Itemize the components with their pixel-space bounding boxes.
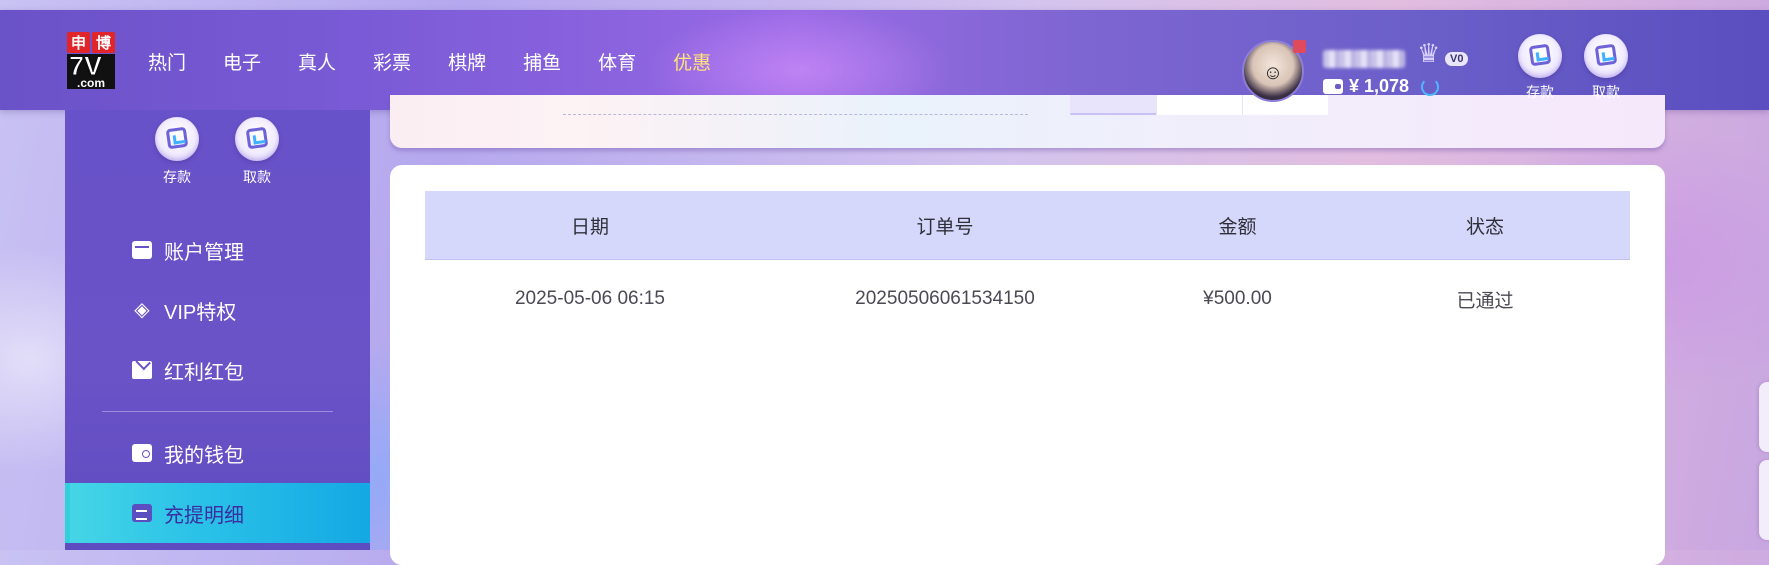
sidebar-divider	[102, 411, 333, 412]
sidebar-item-label: 红利红包	[164, 361, 244, 384]
filter-panel	[390, 95, 1665, 148]
floating-side-tab[interactable]	[1759, 460, 1769, 540]
cell-order-no: 20250506061534150	[855, 288, 1035, 309]
withdraw-icon	[1584, 34, 1628, 78]
site-logo[interactable]: 申 博 7V .com	[67, 32, 115, 90]
withdraw-icon	[235, 117, 279, 161]
header-withdraw-label: 取款	[1592, 84, 1620, 100]
document-icon	[132, 504, 152, 522]
filter-tab-2[interactable]	[1156, 95, 1242, 115]
user-avatar[interactable]: ☺	[1242, 40, 1306, 102]
sidebar-menu: 账户管理 ◈ VIP特权 红利红包 我的钱包 充提明细	[65, 220, 370, 543]
avatar-face-icon: ☺	[1262, 62, 1284, 84]
sidebar-item-label: 充提明细	[164, 504, 244, 527]
sidebar-item-label: 我的钱包	[164, 444, 244, 467]
nav-hot[interactable]: 热门	[148, 48, 186, 75]
column-status: 状态	[1465, 216, 1504, 238]
sidebar-item-label: VIP特权	[164, 301, 237, 324]
header-deposit-label: 存款	[1526, 84, 1554, 100]
logo-char-1: 申	[67, 32, 90, 53]
sidebar-withdraw-label: 取款	[243, 169, 271, 185]
account-sidebar: 存款 取款 账户管理 ◈ VIP特权 红利红包 我的钱包 充提明细	[65, 110, 370, 550]
table-row[interactable]: 2025-05-06 06:15 20250506061534150 ¥500.…	[425, 260, 1630, 338]
nav-cards[interactable]: 棋牌	[448, 48, 486, 75]
cell-amount: ¥500.00	[1203, 288, 1272, 309]
deposit-icon	[155, 117, 199, 161]
column-order-no: 订单号	[916, 216, 974, 238]
header-deposit-button[interactable]: 存款	[1510, 34, 1570, 102]
nav-sports[interactable]: 体育	[598, 48, 636, 75]
sidebar-item-transactions[interactable]: 充提明细	[65, 483, 370, 543]
wallet-icon	[1323, 79, 1343, 94]
refresh-icon[interactable]	[1421, 77, 1440, 96]
card-icon	[132, 241, 152, 259]
main-nav: 热门 电子 真人 彩票 棋牌 捕鱼 体育 优惠	[148, 48, 748, 75]
nav-lottery[interactable]: 彩票	[373, 48, 411, 75]
crown-icon: ♛	[1417, 38, 1441, 68]
table-header: 日期 订单号 金额 状态	[425, 191, 1630, 260]
wallet-icon	[132, 444, 152, 462]
nav-live[interactable]: 真人	[298, 48, 336, 75]
column-amount: 金额	[1218, 216, 1257, 238]
sidebar-item-wallet[interactable]: 我的钱包	[65, 423, 370, 483]
diamond-icon: ◈	[134, 299, 150, 321]
records-panel: 日期 订单号 金额 状态 2025-05-06 06:15 2025050606…	[390, 165, 1665, 565]
logo-char-2: 博	[92, 32, 115, 53]
logo-main: 7V	[67, 52, 115, 80]
filter-tabs	[1070, 95, 1328, 115]
sidebar-item-bonus[interactable]: 红利红包	[65, 340, 370, 400]
cell-status: 已通过	[1456, 290, 1514, 312]
sidebar-deposit-button[interactable]: 存款	[147, 117, 207, 187]
column-date: 日期	[570, 216, 609, 238]
sidebar-item-label: 账户管理	[164, 241, 244, 264]
nav-fishing[interactable]: 捕鱼	[523, 48, 561, 75]
nav-promotions[interactable]: 优惠	[673, 48, 711, 75]
envelope-icon	[132, 361, 152, 379]
sidebar-item-vip[interactable]: ◈ VIP特权	[65, 280, 370, 340]
sidebar-withdraw-button[interactable]: 取款	[227, 117, 287, 187]
vip-badge[interactable]: ♛ V0	[1417, 38, 1469, 68]
sidebar-item-account[interactable]: 账户管理	[65, 220, 370, 280]
username-blurred	[1323, 50, 1405, 68]
sidebar-deposit-label: 存款	[163, 169, 191, 185]
floating-side-tab[interactable]	[1759, 382, 1769, 452]
filter-tab-1[interactable]	[1070, 95, 1156, 115]
vip-level: V0	[1445, 52, 1469, 66]
date-range-underline	[563, 114, 1028, 115]
cell-date: 2025-05-06 06:15	[514, 288, 665, 309]
balance-display: ¥ 1,078	[1323, 76, 1440, 97]
balance-amount: ¥ 1,078	[1349, 76, 1410, 96]
notification-dot	[1293, 40, 1306, 53]
header-withdraw-button[interactable]: 取款	[1576, 34, 1636, 102]
nav-slots[interactable]: 电子	[223, 48, 261, 75]
deposit-icon	[1518, 34, 1562, 78]
